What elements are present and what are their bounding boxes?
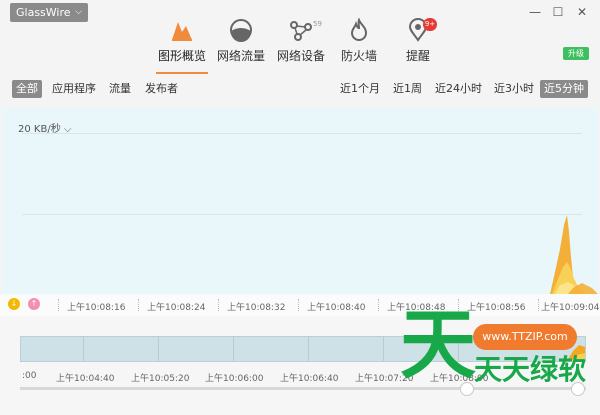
timeline-tick: :00 (22, 371, 37, 381)
watermark-logo: 天 (400, 300, 476, 389)
time-axis: ↓ ↑ 上午10:08:16 上午10:08:24 上午10:08:32 上午1… (0, 294, 600, 316)
download-icon[interactable]: ↓ (8, 298, 20, 310)
timeline-tick: 上午10:06:00 (205, 374, 264, 384)
timeline-divider (383, 337, 384, 361)
tick-mark (138, 299, 139, 311)
chevron-down-icon: ⌵ (75, 7, 82, 17)
filter-traffic[interactable]: 流量 (109, 80, 131, 98)
watermark-text: 天天绿软 (474, 353, 587, 386)
traffic-icon (230, 19, 252, 42)
upgrade-button[interactable]: 升级 (563, 47, 589, 60)
timeline-divider (158, 337, 159, 361)
scale-value: 20 KB/秒 (18, 124, 61, 135)
timeline-divider (308, 337, 309, 361)
range-5-minutes[interactable]: 近5分钟 (540, 80, 588, 98)
range-3-hours[interactable]: 近3小时 (494, 80, 534, 98)
active-tab-indicator (156, 72, 208, 74)
nav-devices[interactable]: 59 网络设备 (269, 18, 333, 72)
time-tick: 上午10:08:16 (67, 303, 126, 313)
range-24-hours[interactable]: 近24小时 (435, 80, 482, 98)
filter-apps[interactable]: 应用程序 (52, 80, 96, 98)
app-menu-button[interactable]: GlassWire ⌵ (10, 3, 88, 22)
nav-label-devices: 网络设备 (276, 49, 325, 63)
range-1-month[interactable]: 近1个月 (340, 80, 380, 98)
nav-label-firewall: 防火墙 (340, 49, 377, 63)
firewall-icon (350, 18, 368, 41)
minimize-button[interactable]: — (525, 2, 545, 22)
timeline-tick: 上午10:05:20 (131, 374, 190, 384)
traffic-spike-graph (550, 215, 598, 294)
nav-traffic[interactable]: 网络流量 (209, 18, 273, 72)
alerts-count-badge: 9+ (423, 18, 437, 31)
filter-publishers[interactable]: 发布者 (145, 80, 178, 98)
filter-bar: 全部 应用程序 流量 发布者 近1个月 近1周 近24小时 近3小时 近5分钟 (0, 78, 600, 102)
timeline-scrollbar[interactable] (20, 387, 586, 390)
tick-mark (538, 299, 539, 311)
scale-dropdown[interactable]: 20 KB/秒 ⌵ (18, 120, 71, 135)
nav-label-traffic: 网络流量 (216, 49, 265, 63)
devices-count-badge: 59 (313, 20, 322, 28)
range-1-week[interactable]: 近1周 (393, 80, 422, 98)
chevron-down-icon: ⌵ (63, 124, 72, 135)
timeline-tick: 上午10:04:40 (56, 374, 115, 384)
time-tick: 上午10:08:32 (227, 303, 286, 313)
time-tick: 上午10:08:40 (307, 303, 366, 313)
nav-label-alerts: 提醒 (405, 49, 430, 63)
traffic-graph[interactable] (2, 107, 598, 294)
devices-icon (290, 21, 312, 41)
timeline-divider (83, 337, 84, 361)
tick-mark (378, 299, 379, 311)
tick-mark (58, 299, 59, 311)
timeline-tick: 上午10:06:40 (280, 374, 339, 384)
time-tick: 上午10:09:04 (541, 303, 600, 313)
app-name: GlassWire (16, 6, 71, 19)
filter-all[interactable]: 全部 (12, 80, 42, 98)
close-button[interactable]: ✕ (572, 2, 592, 22)
tick-mark (298, 299, 299, 311)
maximize-button[interactable]: ☐ (548, 2, 568, 22)
upload-icon[interactable]: ↑ (28, 298, 40, 310)
nav-alerts[interactable]: 9+ 提醒 (386, 18, 450, 72)
nav-graph[interactable]: 图形概览 (150, 18, 214, 74)
timeline-divider (233, 337, 234, 361)
nav-label-graph: 图形概览 (157, 49, 206, 63)
watermark-url: www.TTZIP.com (473, 324, 577, 350)
time-tick: 上午10:08:24 (147, 303, 206, 313)
nav-firewall[interactable]: 防火墙 (327, 18, 391, 72)
tick-mark (218, 299, 219, 311)
graph-icon (172, 22, 192, 41)
